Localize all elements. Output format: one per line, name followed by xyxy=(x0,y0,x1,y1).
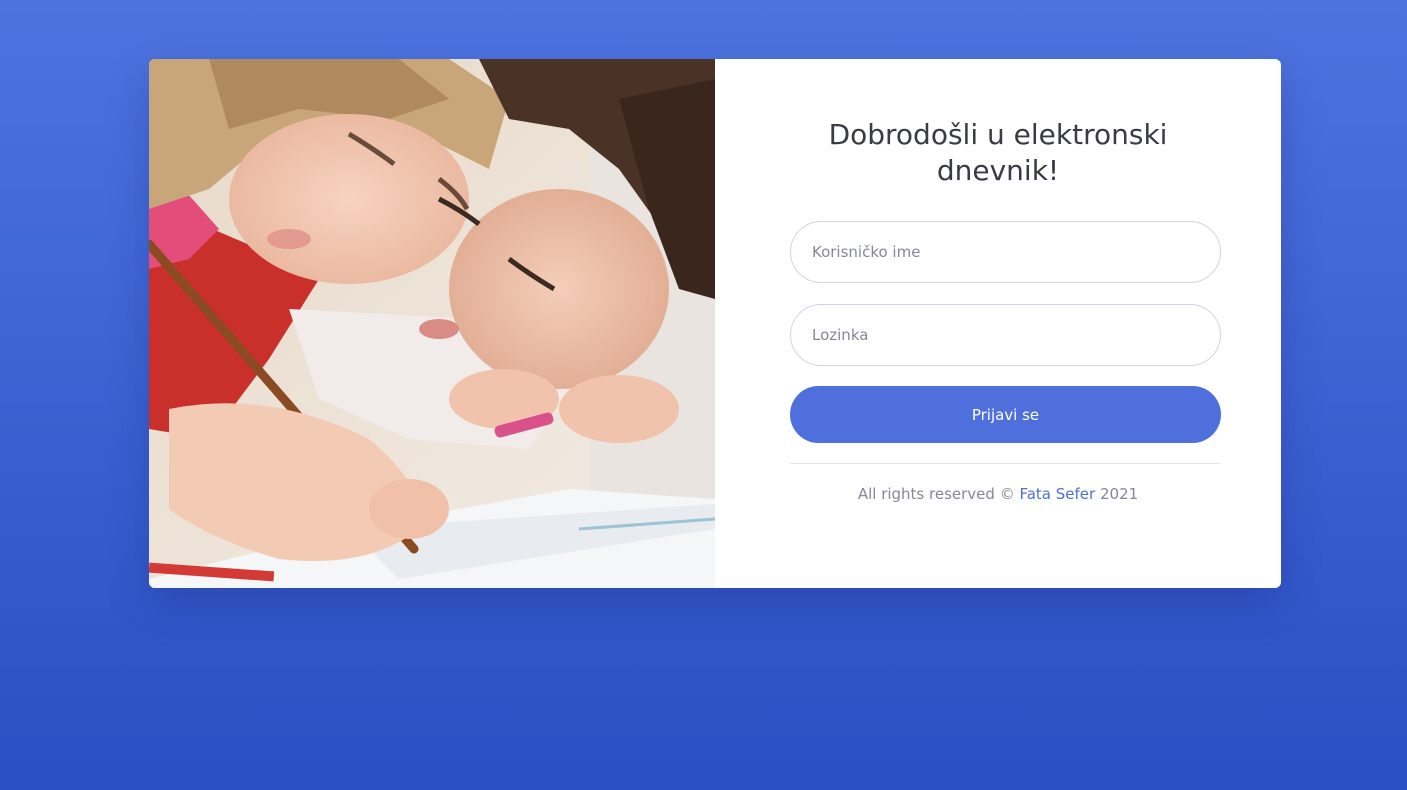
author-link[interactable]: Fata Sefer xyxy=(1019,485,1095,503)
page-title: Dobrodošli u elektronski dnevnik! xyxy=(828,118,1168,187)
footer-copyright: All rights reserved © Fata Sefer 2021 xyxy=(715,485,1281,503)
username-input[interactable] xyxy=(790,221,1221,283)
login-card: Dobrodošli u elektronski dnevnik! Prijav… xyxy=(149,59,1281,588)
children-drawing-photo xyxy=(149,59,715,588)
password-input[interactable] xyxy=(790,304,1221,366)
footer-year: 2021 xyxy=(1099,485,1139,503)
login-button[interactable]: Prijavi se xyxy=(790,386,1221,443)
login-panel: Dobrodošli u elektronski dnevnik! Prijav… xyxy=(715,59,1281,588)
footer-prefix: All rights reserved © xyxy=(857,485,1015,503)
divider xyxy=(790,463,1221,464)
